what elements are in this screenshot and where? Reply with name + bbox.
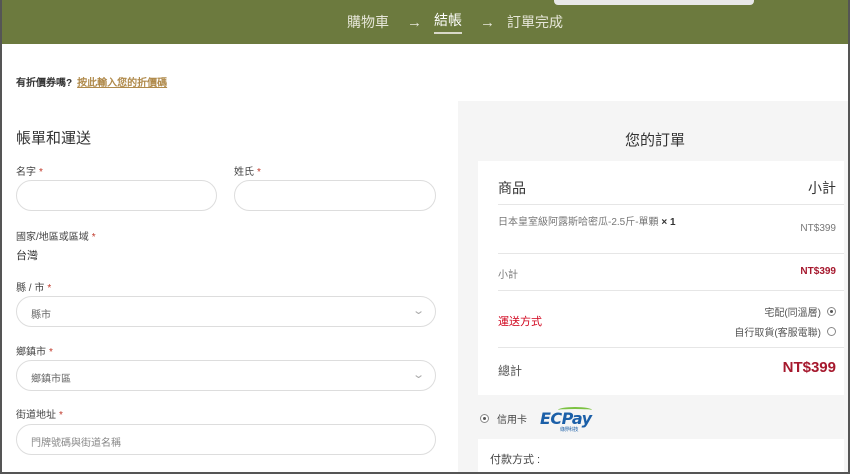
step-arrow-icon: →: [407, 13, 422, 31]
country-label: 國家/地區或區域 *: [16, 228, 96, 243]
shipping-label: 運送方式: [498, 316, 542, 328]
last-name-label: 姓氏 *: [234, 163, 261, 178]
required-mark: *: [47, 283, 52, 294]
last-name-input[interactable]: [234, 180, 436, 211]
first-name-label: 名字 *: [16, 163, 43, 178]
county-label: 縣 / 市 *: [16, 279, 51, 294]
coupon-notice: 有折價券嗎? 按此輸入您的折價碼: [16, 74, 167, 89]
step-cart[interactable]: 購物車: [347, 12, 389, 32]
shipping-option-home-delivery[interactable]: 宅配(同溫層): [764, 304, 836, 319]
first-name-label-text: 名字: [16, 167, 36, 178]
required-mark: *: [59, 410, 63, 421]
radio-unselected-icon[interactable]: [827, 327, 836, 336]
chevron-down-icon: ⌄: [411, 369, 425, 381]
required-mark: *: [257, 167, 261, 178]
coupon-question: 有折價券嗎?: [16, 78, 73, 89]
product-qty: × 1: [661, 217, 676, 228]
total-value: NT$399: [782, 359, 836, 376]
billing-title: 帳單和運送: [16, 130, 92, 147]
last-name-label-text: 姓氏: [234, 167, 254, 178]
radio-selected-icon[interactable]: [480, 414, 489, 423]
row-divider: [498, 204, 844, 205]
checkout-steps: 購物車 → 結帳 → 訂單完成: [347, 10, 563, 34]
row-divider: [498, 290, 844, 291]
row-divider: [498, 253, 844, 254]
order-summary-panel: 您的訂單 商品 小計 日本皇室級阿露斯哈密瓜-2.5斤-單顆 × 1 NT$39…: [458, 97, 848, 472]
town-label: 鄉鎮市 *: [16, 343, 53, 358]
street-placeholder: 門牌號碼與街道名稱: [31, 438, 121, 449]
product-price: NT$399: [800, 223, 836, 234]
payment-method-credit-card[interactable]: 信用卡 ECPay 綠界科技: [480, 407, 592, 433]
coupon-link[interactable]: 按此輸入您的折價碼: [77, 78, 167, 89]
shipping-option-self-pickup[interactable]: 自行取貨(客服電聯): [734, 324, 836, 339]
chevron-down-icon: ⌄: [411, 305, 425, 317]
step-order-complete: 訂單完成: [507, 14, 563, 30]
order-title: 您的訂單: [624, 132, 685, 149]
ecpay-logo-subtext: 綠界科技: [560, 427, 579, 433]
shipping-option-label: 宅配(同溫層): [764, 308, 821, 319]
radio-selected-icon[interactable]: [827, 307, 836, 316]
required-mark: *: [91, 232, 96, 243]
checkout-page: 購物車 → 結帳 → 訂單完成 有折價券嗎? 按此輸入您的折價碼 帳單和運送 名字…: [0, 0, 850, 474]
town-select[interactable]: 鄉鎮市區 ⌄: [16, 360, 436, 391]
payment-details-box: 付款方式 :: [478, 439, 844, 472]
total-label: 總計: [498, 364, 523, 378]
required-mark: *: [49, 347, 53, 358]
checkout-header: 購物車 → 結帳 → 訂單完成: [2, 0, 848, 44]
zigzag-edge: [458, 97, 848, 105]
required-mark: *: [39, 167, 43, 178]
subtotal-value: NT$399: [800, 266, 836, 277]
row-divider: [498, 347, 844, 348]
town-label-text: 鄉鎮市: [16, 347, 46, 358]
subtotal-label: 小計: [498, 270, 518, 281]
payment-method-label: 信用卡: [497, 415, 527, 426]
first-name-input[interactable]: [16, 180, 217, 211]
street-input[interactable]: 門牌號碼與街道名稱: [16, 424, 436, 455]
step-checkout: 結帳: [434, 10, 462, 34]
col-header-subtotal: 小計: [808, 180, 836, 196]
street-label: 街道地址 *: [16, 406, 63, 421]
country-value: 台灣: [16, 250, 38, 262]
street-label-text: 街道地址: [16, 410, 56, 421]
county-label-text: 縣 / 市: [16, 283, 45, 294]
country-label-text: 國家/地區或區域: [16, 232, 89, 243]
step-arrow-icon: →: [480, 13, 495, 31]
county-select-value: 縣市: [31, 310, 51, 321]
shipping-option-label: 自行取貨(客服電聯): [734, 328, 821, 339]
col-header-product: 商品: [498, 180, 526, 196]
ecpay-swoosh: [558, 407, 592, 413]
product-name: 日本皇室級阿露斯哈密瓜-2.5斤-單顆 × 1: [498, 216, 678, 230]
payment-method-caption: 付款方式 :: [490, 454, 541, 466]
ecpay-logo: ECPay 綠界科技: [540, 407, 592, 433]
county-select[interactable]: 縣市 ⌄: [16, 296, 436, 327]
order-review-table: 商品 小計 日本皇室級阿露斯哈密瓜-2.5斤-單顆 × 1 NT$399 小計 …: [478, 161, 844, 395]
town-select-value: 鄉鎮市區: [31, 374, 71, 385]
header-top-box: [554, 0, 754, 5]
product-name-text: 日本皇室級阿露斯哈密瓜-2.5斤-單顆: [498, 217, 659, 228]
